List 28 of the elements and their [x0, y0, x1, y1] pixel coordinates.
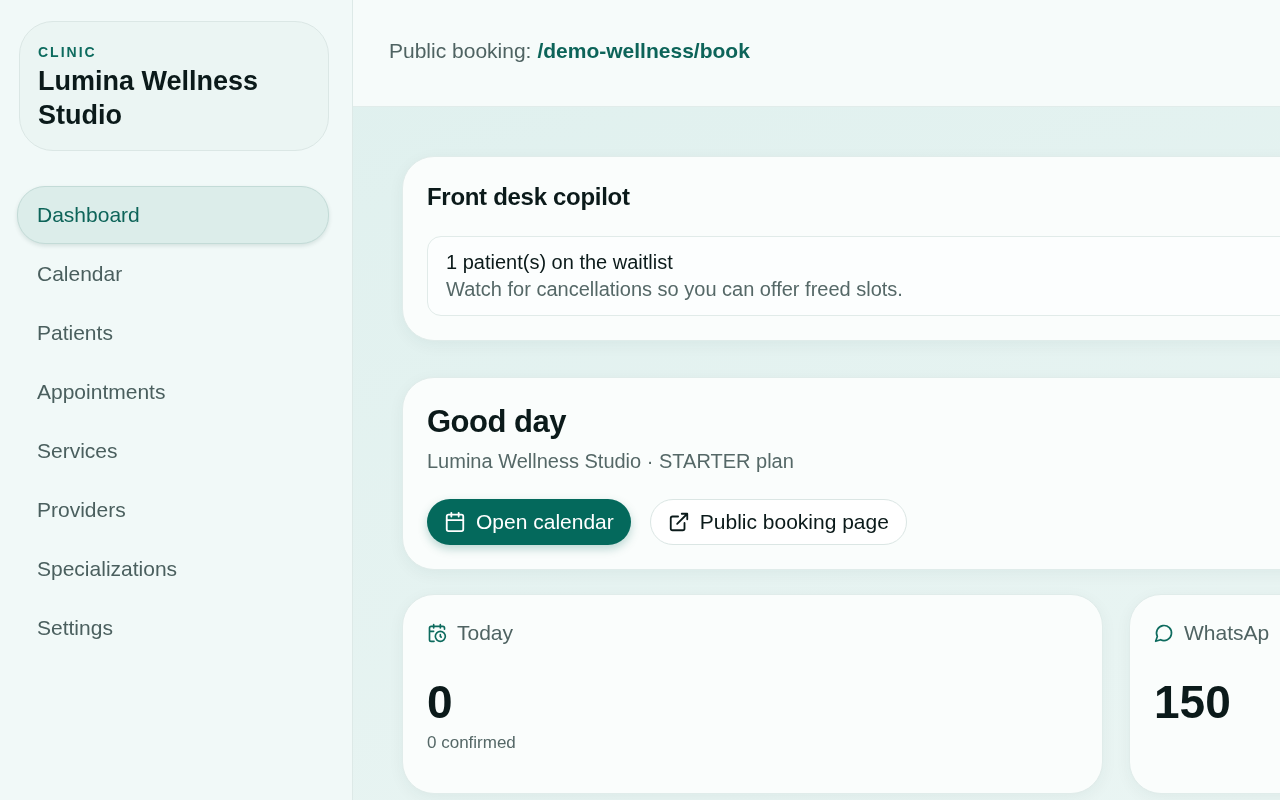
- nav-item[interactable]: Appointments: [17, 363, 329, 421]
- chat-bubble-icon: [1154, 623, 1174, 643]
- nav-item[interactable]: Specializations: [17, 540, 329, 598]
- clinic-label: CLINIC: [38, 44, 98, 60]
- card-title: Front desk copilot: [427, 183, 631, 211]
- nav-item[interactable]: Patients: [17, 304, 329, 362]
- external-link-icon: [667, 511, 690, 533]
- calendar-icon: [444, 511, 466, 533]
- stat-label: Today: [457, 621, 514, 645]
- nav-item[interactable]: Services: [17, 422, 329, 480]
- booking-label: Public booking:: [389, 39, 532, 63]
- booking-link[interactable]: /demo-wellness/book: [537, 39, 750, 63]
- notice-title: 1 patient(s) on the waitlist: [446, 251, 674, 274]
- stat-label: WhatsAp: [1184, 621, 1270, 645]
- nav-item[interactable]: Settings: [17, 599, 329, 657]
- plan-subtitle: Lumina Wellness Studio · STARTER plan: [427, 450, 795, 473]
- stat-value: 150: [1154, 675, 1232, 729]
- calendar-clock-icon: [427, 623, 447, 643]
- nav-item[interactable]: Dashboard: [17, 186, 329, 244]
- clinic-name: Lumina Wellness Studio: [38, 65, 260, 132]
- nav-item[interactable]: Calendar: [17, 245, 329, 303]
- nav-item[interactable]: Providers: [17, 481, 329, 539]
- booking-page-button[interactable]: Public booking page: [649, 499, 907, 545]
- open-calendar-button[interactable]: Open calendar: [427, 499, 631, 545]
- notice-text: Watch for cancellations so you can offer freed slots.: [446, 278, 904, 301]
- greeting-title: Good day: [427, 404, 567, 440]
- stat-value: 0: [427, 675, 454, 729]
- stat-note: 0 confirmed: [427, 733, 517, 753]
